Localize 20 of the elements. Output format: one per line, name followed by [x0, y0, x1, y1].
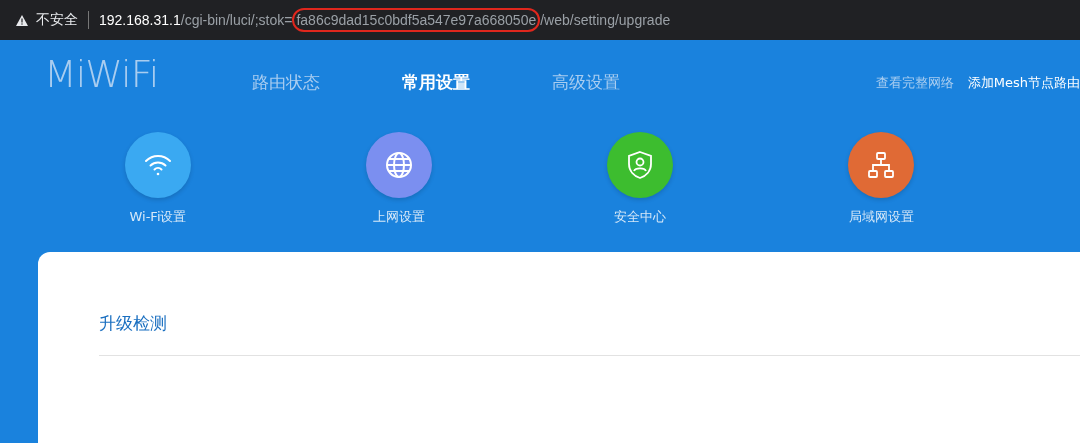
url-text[interactable]: 192.168.31.1/cgi-bin/luci/;stok= fa86c9dad15c0bdf5a547e97a668050e /web/setting/upgrade — [99, 8, 671, 32]
security-label: 不安全 — [36, 11, 78, 29]
nav-tab[interactable]: 路由状态 — [252, 71, 320, 94]
header-link[interactable]: 查看完整网络 — [875, 73, 954, 92]
shortcut-label: 安全中心 — [614, 208, 666, 226]
shortcut-button[interactable] — [848, 132, 914, 198]
shortcut-button[interactable] — [366, 132, 432, 198]
shortcut-label: 局域网设置 — [848, 208, 914, 226]
warning-icon — [16, 14, 28, 26]
shortcut-button[interactable] — [125, 132, 191, 198]
logo[interactable]: MiWiFi — [44, 51, 212, 96]
header-link[interactable]: 添加Mesh节点路由 — [967, 73, 1080, 92]
shortcut-button[interactable] — [607, 132, 673, 198]
nav-tab[interactable]: 高级设置 — [552, 71, 620, 94]
shortcut-label: 上网设置 — [373, 208, 425, 226]
shortcut-label: Wi-Fi设置 — [129, 208, 187, 226]
network-icon — [865, 149, 897, 181]
nav-tab[interactable]: 常用设置 — [402, 71, 470, 94]
panel-title: 升级检测 — [99, 312, 168, 335]
globe-icon — [383, 149, 415, 181]
